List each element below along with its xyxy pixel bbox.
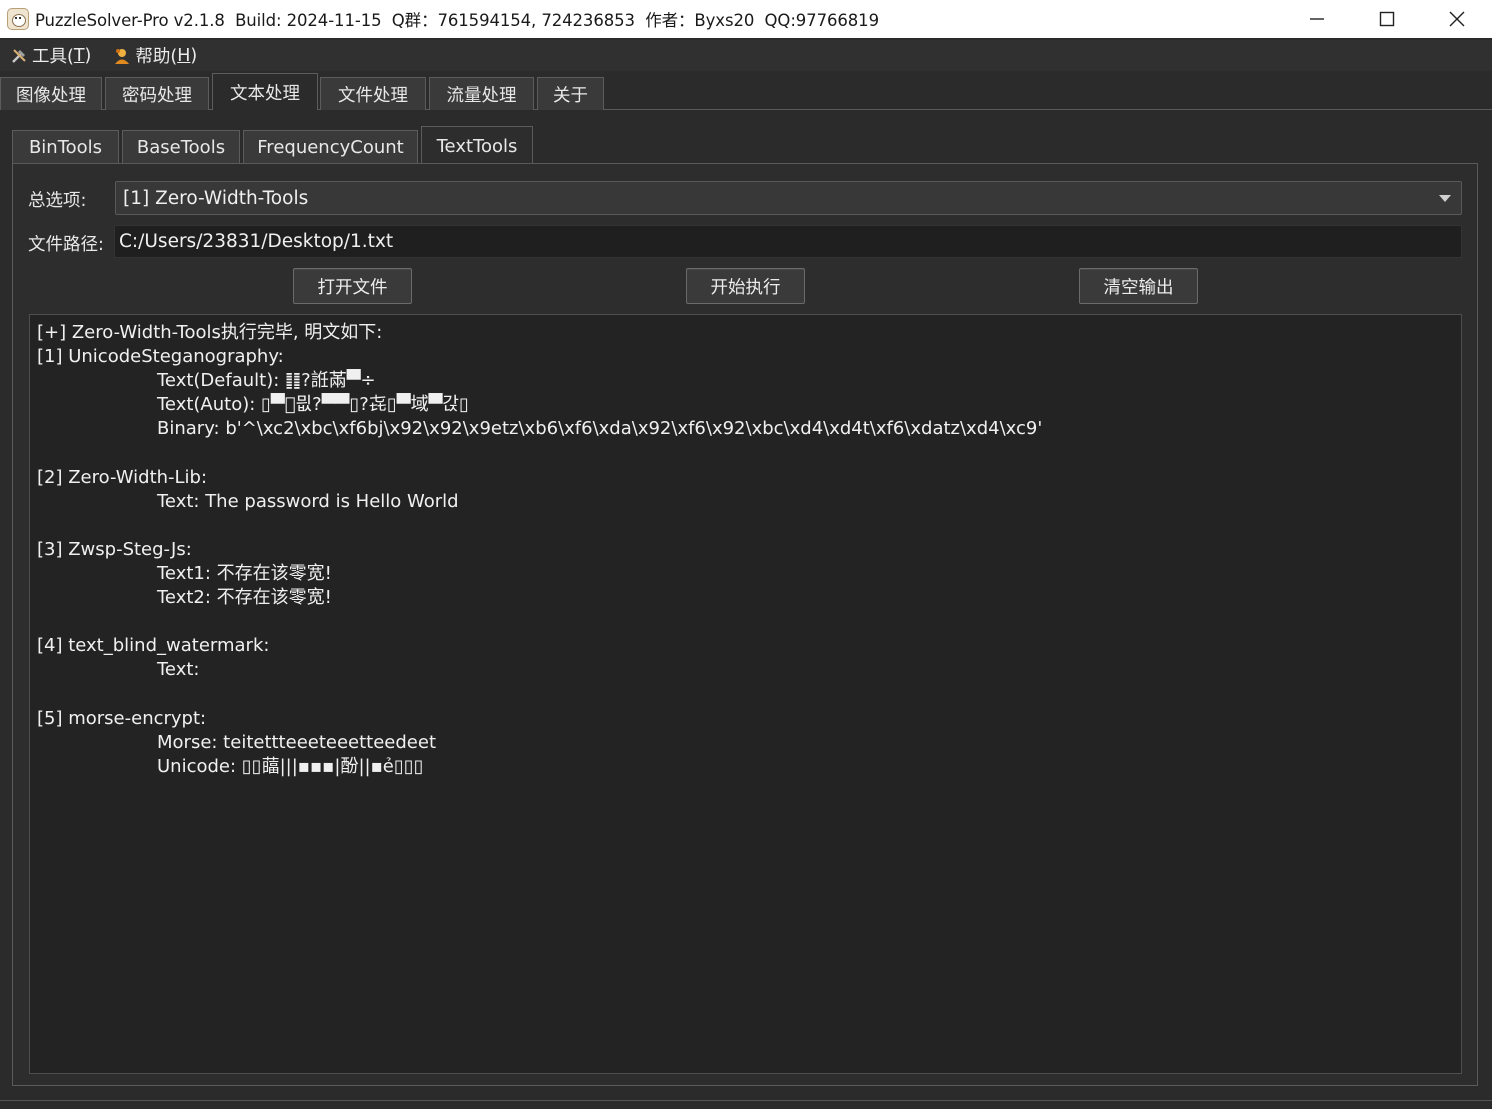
minimize-icon xyxy=(1310,18,1324,20)
output-line: Morse: teitettteeeteeetteedeet xyxy=(157,731,437,753)
output-line: Text(Default): ䷁?䛘㒼▀÷ xyxy=(157,370,376,392)
menu-help-mnemonic: H xyxy=(177,45,191,66)
close-icon xyxy=(1449,11,1465,27)
open-file-button[interactable]: 打开文件 xyxy=(293,268,412,304)
option-select-value: [1] Zero-Width-Tools xyxy=(123,187,309,209)
tools-icon xyxy=(10,47,28,65)
clear-output-button[interactable]: 清空输出 xyxy=(1079,268,1198,304)
menu-help-suffix: ) xyxy=(190,45,198,66)
menu-tools-mnemonic: T xyxy=(73,45,85,66)
output-line: Text(Auto): ▯▀᪽믮?▀▀▯?㐂▯▀域▀갅▯ xyxy=(157,394,469,416)
menu-help-prefix: 帮助( xyxy=(135,47,178,67)
minimize-button[interactable] xyxy=(1282,0,1352,38)
tab-about[interactable]: 关于 xyxy=(537,77,604,110)
tab-traffic-processing[interactable]: 流量处理 xyxy=(429,77,534,110)
help-person-icon xyxy=(113,47,131,65)
tab-texttools[interactable]: TextTools xyxy=(421,126,533,165)
window-title: PuzzleSolver-Pro v2.1.8 Build: 2024-11-1… xyxy=(35,11,879,30)
output-line: [4] text_blind_watermark: xyxy=(37,635,270,657)
option-select[interactable]: [1] Zero-Width-Tools xyxy=(115,181,1462,215)
file-path-input[interactable]: C:/Users/23831/Desktop/1.txt xyxy=(114,225,1462,258)
output-line: [3] Zwsp-Steg-Js: xyxy=(37,538,192,560)
menu-help[interactable]: 帮助(H) xyxy=(113,43,197,68)
option-label: 总选项: xyxy=(28,191,87,211)
close-button[interactable] xyxy=(1422,0,1492,38)
tab-file-processing[interactable]: 文件处理 xyxy=(320,77,426,110)
output-line: [1] UnicodeSteganography: xyxy=(37,346,284,368)
output-line: Text1: 不存在该零宽! xyxy=(157,562,332,584)
output-line: [5] morse-encrypt: xyxy=(37,707,207,729)
output-line: [2] Zero-Width-Lib: xyxy=(37,466,208,488)
output-textarea[interactable]: [+] Zero-Width-Tools执行完毕, 明文如下: [1] Unico… xyxy=(29,314,1462,1074)
menu-tools-suffix: ) xyxy=(84,45,92,66)
output-line: Text: The password is Hello World xyxy=(157,490,459,512)
output-line: Text: xyxy=(157,659,200,681)
output-line: [+] Zero-Width-Tools执行完毕, 明文如下: xyxy=(37,322,383,343)
file-path-value: C:/Users/23831/Desktop/1.txt xyxy=(119,231,394,252)
menu-bar: 工具(T) 帮助(H) xyxy=(0,40,1492,71)
texttools-content: 总选项: [1] Zero-Width-Tools 文件路径: C:/Users… xyxy=(12,163,1478,1086)
output-line: Text2: 不存在该零宽! xyxy=(157,587,332,609)
main-tab-bar: 图像处理 密码处理 文本处理 文件处理 流量处理 关于 xyxy=(0,73,1492,111)
output-line: Binary: b'^\xc2\xbc\xf6bj\x92\x92\x9etz\… xyxy=(157,418,1043,440)
chevron-down-icon xyxy=(1439,195,1451,202)
text-processing-panel: BinTools BaseTools FrequencyCount TextTo… xyxy=(0,110,1492,1109)
tab-text-processing[interactable]: 文本处理 xyxy=(212,73,318,111)
path-label: 文件路径: xyxy=(28,235,104,255)
tab-crypto-processing[interactable]: 密码处理 xyxy=(105,77,209,110)
tab-image-processing[interactable]: 图像处理 xyxy=(0,77,102,110)
tab-basetools[interactable]: BaseTools xyxy=(122,130,240,164)
output-line: Unicode: ▯▯䕎|||▪▪▪|酚||▪ẻ▯▯▯ xyxy=(157,755,424,777)
window-controls xyxy=(1282,0,1492,38)
status-bar xyxy=(0,1100,1492,1109)
run-button[interactable]: 开始执行 xyxy=(686,268,805,304)
menu-tools[interactable]: 工具(T) xyxy=(10,43,91,68)
puzzle-face-icon xyxy=(7,8,29,30)
title-bar: PuzzleSolver-Pro v2.1.8 Build: 2024-11-1… xyxy=(0,0,1492,38)
maximize-button[interactable] xyxy=(1352,0,1422,38)
menu-tools-prefix: 工具( xyxy=(32,47,74,67)
maximize-icon xyxy=(1379,11,1395,27)
tab-bintools[interactable]: BinTools xyxy=(12,130,119,164)
tab-frequencycount[interactable]: FrequencyCount xyxy=(243,130,418,164)
